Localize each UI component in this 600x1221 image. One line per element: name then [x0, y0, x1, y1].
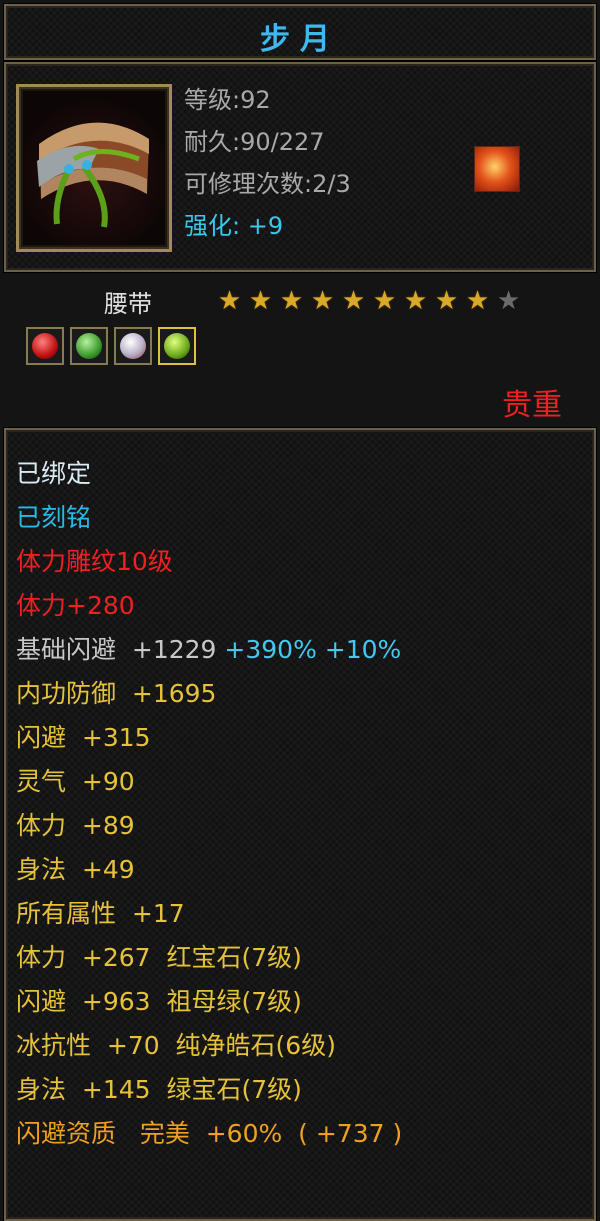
gem-slot[interactable] — [70, 327, 108, 365]
dodge-stat: 闪避 +315 — [16, 723, 151, 752]
agility-stat: 身法 +49 — [16, 855, 135, 884]
emerald-gem-icon — [164, 333, 190, 359]
inner-defense-stat: 内功防御 +1695 — [16, 679, 217, 708]
star-filled-icon: ★ — [248, 286, 273, 316]
base-dodge-pct1: +390% — [224, 635, 317, 664]
star-filled-icon: ★ — [465, 286, 490, 316]
red-gem-icon — [32, 333, 58, 359]
base-dodge-stat: 基础闪避 +1229 +390% +10% — [16, 630, 401, 666]
star-filled-icon: ★ — [372, 286, 397, 316]
spirit-stat: 灵气 +90 — [16, 767, 135, 796]
gem-slot[interactable] — [114, 327, 152, 365]
rarity-label: 贵重 — [502, 388, 562, 423]
fire-attribute-icon — [474, 146, 520, 192]
base-dodge-pct2: +10% — [324, 635, 402, 664]
all-attributes-stat: 所有属性 +17 — [16, 899, 185, 928]
stamina-bonus-stat: 体力+280 — [16, 591, 135, 620]
repair-count-text: 可修理次数:2/3 — [184, 170, 351, 198]
item-icon-frame[interactable] — [16, 84, 172, 252]
item-name: 步月 — [260, 22, 340, 57]
star-filled-icon: ★ — [310, 286, 335, 316]
green-gem-icon — [76, 333, 102, 359]
gem-slots — [26, 327, 196, 365]
gem-stat-1: 体力 +267 红宝石(7级) — [16, 943, 302, 972]
star-filled-icon: ★ — [217, 286, 242, 316]
enhance-text: 强化: +9 — [184, 212, 284, 240]
item-type-label: 腰带 — [104, 290, 152, 318]
title-panel: 步月 — [4, 4, 596, 60]
gem-stat-3: 冰抗性 +70 纯净皓石(6级) — [16, 1031, 336, 1060]
base-dodge-value: 基础闪避 +1229 — [16, 635, 217, 664]
belt-icon — [37, 122, 149, 228]
star-filled-icon: ★ — [341, 286, 366, 316]
gem-slot[interactable] — [158, 327, 196, 365]
gem-stat-4: 身法 +145 绿宝石(7级) — [16, 1075, 302, 1104]
dodge-quality-stat: 闪避资质 完美 +60% ( +737 ) — [16, 1119, 403, 1148]
carving-stat: 体力雕纹10级 — [16, 547, 173, 576]
stamina-stat: 体力 +89 — [16, 811, 135, 840]
gem-slot[interactable] — [26, 327, 64, 365]
gem-stat-2: 闪避 +963 祖母绿(7级) — [16, 987, 302, 1016]
level-text: 等级:92 — [184, 86, 271, 114]
star-filled-icon: ★ — [434, 286, 459, 316]
bound-status: 已绑定 — [16, 459, 92, 488]
star-filled-icon: ★ — [279, 286, 304, 316]
star-rating: ★ ★ ★ ★ ★ ★ ★ ★ ★ ★ — [214, 286, 524, 316]
white-gem-icon — [120, 333, 146, 359]
engraved-status: 已刻铭 — [16, 503, 92, 532]
star-empty-icon: ★ — [496, 286, 521, 316]
durability-text: 耐久:90/227 — [184, 128, 325, 156]
star-filled-icon: ★ — [403, 286, 428, 316]
